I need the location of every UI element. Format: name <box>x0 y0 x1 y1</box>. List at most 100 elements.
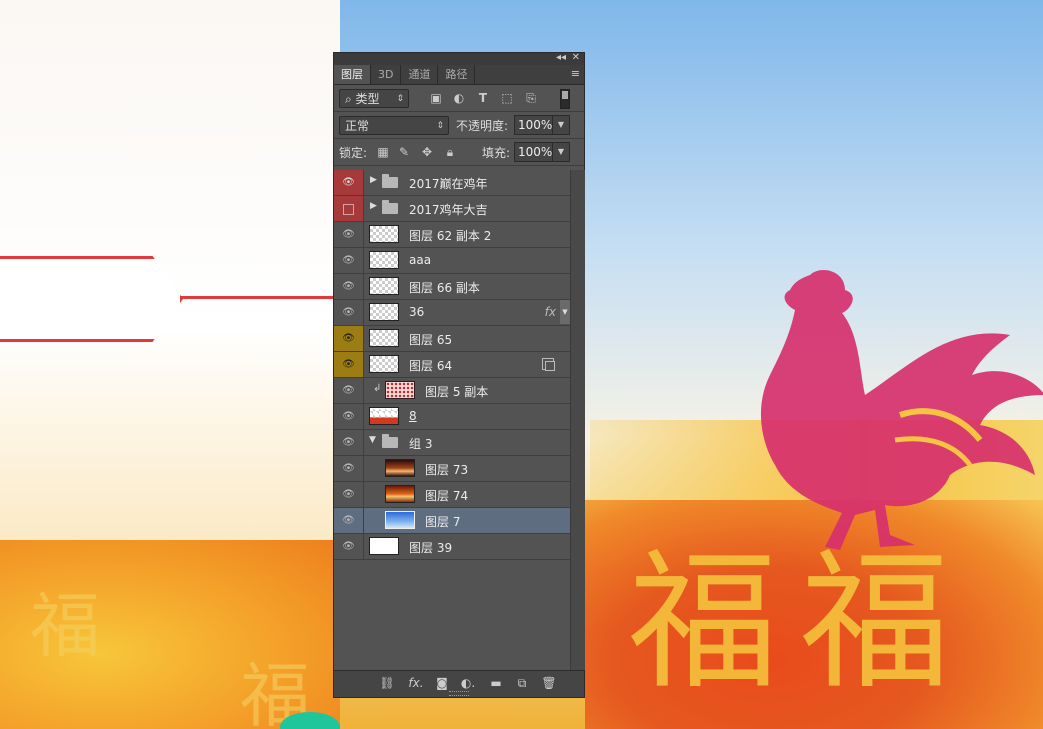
layers-panel: ◂◂ ✕ 图层 3D 通道 路径 ≡ ⌕ 类型 ⇕ ▣ ◐ T ⬚ ⎘ 正常 ⇕… <box>333 52 585 698</box>
fill-input[interactable]: 100% ▼ <box>514 142 570 162</box>
chevron-down-icon[interactable]: ▼ <box>552 116 569 134</box>
opacity-label: 不透明度: <box>456 119 509 133</box>
resize-grip[interactable] <box>449 691 469 696</box>
filter-toggle[interactable] <box>560 89 570 109</box>
updown-arrow-icon: ⇕ <box>436 121 444 131</box>
adjustment-icon[interactable]: ◐. <box>460 676 476 690</box>
eye-icon[interactable]: 👁︎ <box>334 326 364 351</box>
layer-thumbnail <box>369 355 399 373</box>
eye-icon[interactable]: 👁︎ <box>334 170 364 195</box>
smart-object-filter-icon[interactable]: ⎘ <box>524 91 538 105</box>
layer-row-selected[interactable]: 👁︎ 图层 7 <box>334 508 570 534</box>
eye-icon[interactable]: 👁︎ <box>334 222 364 247</box>
filter-row: ⌕ 类型 ⇕ ▣ ◐ T ⬚ ⎘ <box>334 85 584 112</box>
fu-character-4: 福 <box>30 585 100 667</box>
layer-thumbnail <box>385 459 415 477</box>
layer-name: 图层 5 副本 <box>425 385 489 399</box>
eye-icon[interactable]: 👁︎ <box>334 456 364 481</box>
layer-name: 组 3 <box>409 437 433 451</box>
layer-name: 图层 73 <box>425 463 469 477</box>
layer-row[interactable]: 👁︎ 图层 39 <box>334 534 570 560</box>
rooster-graphic <box>760 270 1043 550</box>
close-icon[interactable]: ✕ <box>572 52 580 63</box>
clipping-mask-icon: ↲ <box>373 383 382 394</box>
tab-paths[interactable]: 路径 <box>438 65 476 84</box>
chevron-down-icon[interactable]: ▼ <box>560 300 570 324</box>
expand-arrow-icon[interactable]: ▶ <box>370 175 377 185</box>
layer-row[interactable]: 👁︎ 图层 74 <box>334 482 570 508</box>
eye-icon[interactable]: 👁︎ <box>334 274 364 299</box>
layer-name: 图层 65 <box>409 333 453 347</box>
layer-row[interactable]: 👁︎ 36 fx ▼ <box>334 300 570 326</box>
lock-brush-icon[interactable]: ✎ <box>397 145 411 159</box>
collapse-icon[interactable]: ◂◂ <box>556 52 566 63</box>
layer-list-scrollbar[interactable] <box>570 170 585 670</box>
layer-row[interactable]: 👁︎ 图层 62 副本 2 <box>334 222 570 248</box>
folder-open-icon <box>382 434 398 448</box>
trash-icon[interactable]: 🗑︎ <box>541 676 557 690</box>
layer-thumbnail <box>369 251 399 269</box>
eye-icon[interactable]: 👁︎ <box>334 508 364 533</box>
eye-icon[interactable]: 👁︎ <box>334 378 364 403</box>
new-layer-icon[interactable]: ⧉ <box>514 676 530 691</box>
layer-name: 图层 74 <box>425 489 469 503</box>
layer-thumbnail <box>369 277 399 295</box>
new-group-icon[interactable]: ▬ <box>488 676 504 690</box>
layer-thumbnail <box>369 303 399 321</box>
type-filter-icon[interactable]: T <box>476 91 490 105</box>
mask-icon[interactable]: ◙ <box>434 676 450 690</box>
layer-thumbnail <box>385 485 415 503</box>
lock-move-icon[interactable]: ✥ <box>420 145 434 159</box>
eye-icon[interactable]: 👁︎ <box>334 404 364 429</box>
layer-row[interactable]: 👁︎ ▼ 组 3 <box>334 430 570 456</box>
collapse-arrow-icon[interactable]: ▼ <box>369 435 376 445</box>
blend-mode-select[interactable]: 正常 ⇕ <box>339 116 449 135</box>
layer-name: 图层 66 副本 <box>409 281 480 295</box>
layer-name: 图层 64 <box>409 359 453 373</box>
eye-icon[interactable]: 👁︎ <box>334 534 364 559</box>
layer-thumbnail <box>385 381 415 399</box>
layer-name: 2017鸡年大吉 <box>409 203 488 217</box>
tab-3d[interactable]: 3D <box>371 65 402 84</box>
eye-icon[interactable]: 👁︎ <box>334 352 364 377</box>
hidden-square-icon <box>343 204 354 215</box>
fx-icon[interactable]: fx <box>545 305 556 319</box>
expand-arrow-icon[interactable]: ▶ <box>370 201 377 211</box>
shape-filter-icon[interactable]: ⬚ <box>500 91 514 105</box>
link-icon[interactable]: ⛓ <box>379 676 395 690</box>
layer-name: 36 <box>409 305 425 319</box>
lock-transparent-icon[interactable]: ▦ <box>376 145 390 159</box>
layer-row[interactable]: 👁︎ ▶ 2017巅在鸡年 <box>334 170 570 196</box>
folder-icon <box>382 174 398 188</box>
layer-row[interactable]: 👁︎ 8 <box>334 404 570 430</box>
layer-row[interactable]: ▶ 2017鸡年大吉 <box>334 196 570 222</box>
layer-row[interactable]: 👁︎ aaa <box>334 248 570 274</box>
layer-row[interactable]: 👁︎ 图层 73 <box>334 456 570 482</box>
smart-object-icon <box>542 358 555 371</box>
layer-thumbnail <box>385 511 415 529</box>
filter-kind-select[interactable]: ⌕ 类型 ⇕ <box>339 89 409 108</box>
layer-row[interactable]: 👁︎ 图层 66 副本 <box>334 274 570 300</box>
tab-layers[interactable]: 图层 <box>334 65 371 84</box>
updown-arrow-icon: ⇕ <box>396 94 404 104</box>
eye-icon[interactable]: 👁︎ <box>334 248 364 273</box>
lock-row: 锁定: ▦ ✎ ✥ 🔒︎ 填充: 100% ▼ <box>334 139 584 166</box>
adjustment-filter-icon[interactable]: ◐ <box>452 91 466 105</box>
eye-icon[interactable]: 👁︎ <box>334 300 364 325</box>
image-filter-icon[interactable]: ▣ <box>429 91 443 105</box>
panel-menu-icon[interactable]: ≡ <box>571 67 580 80</box>
chevron-down-icon[interactable]: ▼ <box>552 143 569 161</box>
fx-icon[interactable]: fx. <box>408 676 424 690</box>
layer-row[interactable]: 👁︎ 图层 64 <box>334 352 570 378</box>
layer-row[interactable]: 👁︎ 图层 65 <box>334 326 570 352</box>
opacity-input[interactable]: 100% ▼ <box>514 115 570 135</box>
panel-tabs: 图层 3D 通道 路径 ≡ <box>334 65 584 85</box>
visibility-box[interactable] <box>334 196 364 221</box>
layer-name: 8 <box>409 409 417 423</box>
lock-all-icon[interactable]: 🔒︎ <box>443 145 457 160</box>
tab-channels[interactable]: 通道 <box>401 65 439 84</box>
fu-character-2: 福 <box>800 536 951 710</box>
eye-icon[interactable]: 👁︎ <box>334 482 364 507</box>
eye-icon[interactable]: 👁︎ <box>334 430 364 455</box>
layer-row[interactable]: 👁︎ ↲ 图层 5 副本 <box>334 378 570 404</box>
